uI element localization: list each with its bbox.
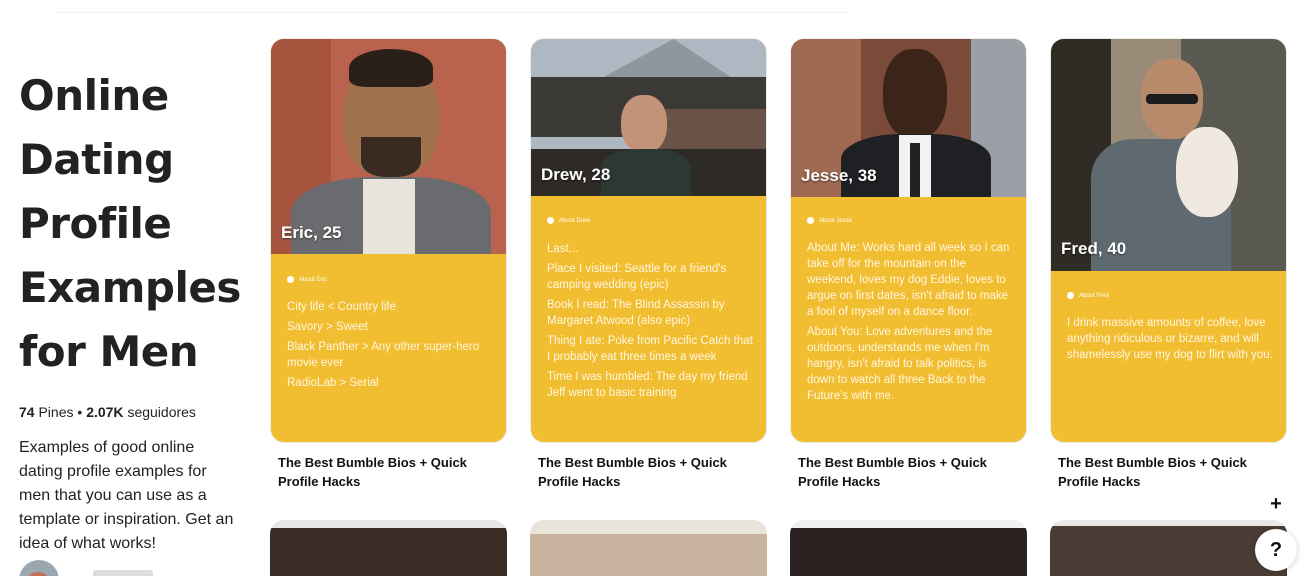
- followers-label[interactable]: seguidores: [127, 404, 196, 420]
- owner-name[interactable]: [93, 570, 153, 576]
- board-stats: 74 Pines • 2.07K seguidores: [19, 404, 234, 420]
- about-label: About Fred: [1067, 292, 1109, 299]
- followers-count[interactable]: 2.07K: [86, 404, 123, 420]
- pin-image[interactable]: Eric, 25 About Eric City life < Country …: [270, 38, 507, 443]
- bio-line: Last...: [547, 243, 579, 255]
- user-icon: [287, 276, 294, 283]
- bio-line: Thing I ate: Poke from Pacific Catch tha…: [547, 335, 753, 363]
- top-divider: [58, 12, 848, 13]
- profile-bio: About Me: Works hard all week so I can t…: [807, 240, 1014, 408]
- board-description: Examples of good online dating profile e…: [19, 439, 234, 552]
- profile-bio: City life < Country life Savory > Sweet …: [287, 299, 494, 395]
- profile-name: Fred, 40: [1061, 239, 1127, 258]
- about-label: About Eric: [287, 276, 327, 283]
- pin-image[interactable]: Drew, 28 About Drew Last... Place I visi…: [530, 38, 767, 443]
- pin-title[interactable]: The Best Bumble Bios + Quick Profile Hac…: [530, 453, 767, 491]
- pin-card-jesse[interactable]: Jesse, 38 About Jesse About Me: Works ha…: [790, 38, 1027, 491]
- pin-card-row2-3[interactable]: [790, 520, 1027, 576]
- pin-title[interactable]: The Best Bumble Bios + Quick Profile Hac…: [790, 453, 1027, 491]
- owner-avatar[interactable]: [19, 560, 59, 576]
- bio-line: City life < Country life: [287, 301, 396, 313]
- profile-name: Drew, 28: [541, 165, 611, 184]
- profile-name: Jesse, 38: [801, 166, 877, 185]
- bio-line: Book I read: The Blind Assassin by Marga…: [547, 299, 725, 327]
- pin-title[interactable]: The Best Bumble Bios + Quick Profile Hac…: [270, 453, 507, 491]
- bio-line: RadioLab > Serial: [287, 377, 379, 389]
- pins-label: Pines: [38, 404, 74, 420]
- bio-line: Time I was humbled: The day my friend Je…: [547, 371, 748, 399]
- profile-bio: Last... Place I visited: Seattle for a f…: [547, 241, 754, 405]
- help-button[interactable]: ?: [1255, 529, 1297, 571]
- stats-separator: •: [77, 404, 83, 420]
- user-icon: [1067, 292, 1074, 299]
- about-label: About Jesse: [807, 217, 852, 224]
- bio-line: About You: Love adventures and the outdo…: [807, 326, 993, 402]
- pin-title[interactable]: The Best Bumble Bios + Quick Profile Hac…: [1050, 453, 1287, 491]
- about-label: About Drew: [547, 217, 590, 224]
- bio-line: About Me: Works hard all week so I can t…: [807, 242, 1010, 318]
- bio-line: Black Panther > Any other super-hero mov…: [287, 341, 480, 369]
- profile-bio: I drink massive amounts of coffee, love …: [1067, 315, 1274, 367]
- profile-photo: [271, 39, 506, 254]
- board-info: Online Dating Profile Examples for Men 7…: [19, 64, 241, 576]
- pin-card-row2-1[interactable]: [270, 520, 507, 576]
- bio-line: Savory > Sweet: [287, 321, 368, 333]
- pin-image[interactable]: Fred, 40 About Fred I drink massive amou…: [1050, 38, 1287, 443]
- bio-line: Place I visited: Seattle for a friend's …: [547, 263, 727, 291]
- pin-card-row2-2[interactable]: [530, 520, 767, 576]
- add-button[interactable]: +: [1255, 483, 1297, 525]
- pin-card-fred[interactable]: Fred, 40 About Fred I drink massive amou…: [1050, 38, 1287, 491]
- pin-image[interactable]: Jesse, 38 About Jesse About Me: Works ha…: [790, 38, 1027, 443]
- user-icon: [807, 217, 814, 224]
- user-icon: [547, 217, 554, 224]
- pin-card-eric[interactable]: Eric, 25 About Eric City life < Country …: [270, 38, 507, 491]
- pins-count: 74: [19, 404, 35, 420]
- bio-line: I drink massive amounts of coffee, love …: [1067, 317, 1273, 361]
- pin-card-row2-4[interactable]: [1050, 520, 1287, 576]
- pin-card-drew[interactable]: Drew, 28 About Drew Last... Place I visi…: [530, 38, 767, 491]
- profile-photo: [1051, 39, 1286, 271]
- board-title: Online Dating Profile Examples for Men: [19, 71, 241, 376]
- profile-name: Eric, 25: [281, 223, 342, 242]
